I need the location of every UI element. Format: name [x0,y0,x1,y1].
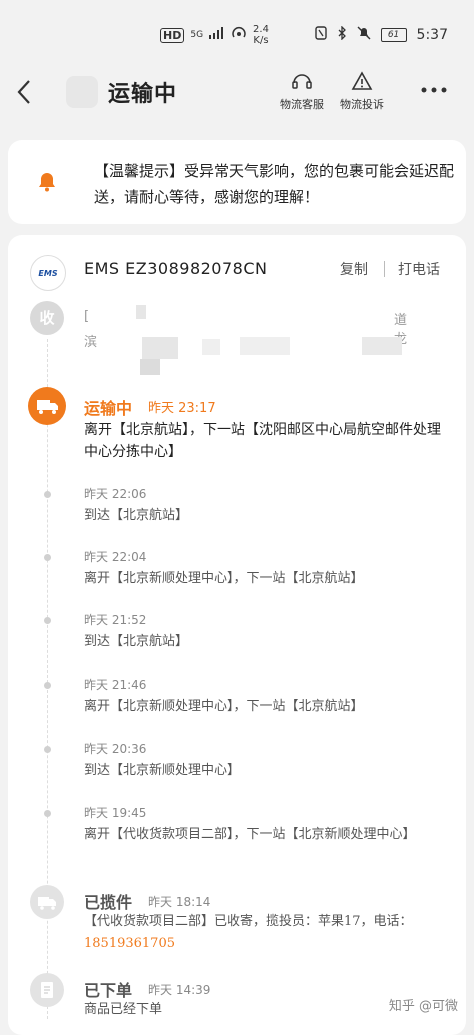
status-bar: HD 5G 2.4 K/s 61 5:37 [0,0,474,60]
event-description: 离开【代收货款项目二部】，下一站【北京新顺处理中心】 [84,827,416,842]
hd-badge: HD [160,27,185,43]
logistics-service-label: 物流客服 [280,98,324,111]
redacted-block [142,337,178,359]
current-description: 离开【北京航站】，下一站【沈阳邮区中心局航空邮件处理中心分拣中心】 [84,422,441,460]
notice-text: 【温馨提示】受异常天气影响，您的包裹可能会延迟配送，请耐心等待，感谢您的理解！ [94,162,455,206]
clock: 5:37 [416,27,448,43]
timeline-dot [44,491,51,498]
copy-button[interactable]: 复制 [340,259,368,279]
chevron-left-icon [17,80,30,104]
warning-icon [332,70,392,94]
tracking-card: EMS EMS EZ308982078CN 复制 打电话 收 [ 道 龙 滨 运… [8,235,466,1035]
picked-time: 昨天 18:14 [148,895,211,909]
call-button[interactable]: 打电话 [398,259,440,279]
page-header: 运输中 物流客服 物流投诉 [0,60,474,130]
speed-unit: K/s [253,35,269,46]
receiver-icon: 收 [30,301,64,335]
net-speed: 2.4 K/s [253,24,269,46]
network-label: 5G [190,30,204,40]
ordered-time: 昨天 14:39 [148,983,211,997]
timeline-dot [44,682,51,689]
redacted-block [140,359,160,375]
event-time: 昨天 21:46 [84,678,147,692]
logistics-complaint-button[interactable]: 物流投诉 [332,70,392,112]
event-time: 昨天 22:04 [84,550,147,564]
event-time: 昨天 20:36 [84,742,147,756]
redacted-block [202,339,220,355]
picked-status: 已揽件 [84,893,133,912]
redacted-block [136,305,146,319]
watermark: 知乎 @可微 [388,999,458,1014]
redacted-block [362,337,402,355]
timeline-dot [44,810,51,817]
more-dots-icon [421,87,447,93]
battery-indicator: 61 [380,28,407,42]
timeline-dot [44,746,51,753]
logistics-service-button[interactable]: 物流客服 [272,70,332,112]
address-line2-start: 滨 [84,335,98,350]
divider [384,261,385,277]
status-right: 61 5:37 [314,25,448,44]
event-time: 昨天 19:45 [84,806,147,820]
status-left: HD 5G 2.4 K/s [160,24,269,46]
current-time: 昨天 23:17 [148,401,216,416]
courier-phone-link[interactable]: 18519361705 [84,936,175,951]
address-line1-start: [ [84,309,90,324]
bluetooth-icon [337,25,347,44]
ordered-status: 已下单 [84,981,133,1000]
logistics-complaint-label: 物流投诉 [340,98,384,111]
speed-value: 2.4 [253,24,269,35]
more-button[interactable] [420,76,448,101]
event-time: 昨天 22:06 [84,487,147,501]
picked-desc-text: 【代收货款项目二部】已收寄，揽投员：苹果17，电话： [84,914,413,929]
current-status: 运输中 [84,399,133,418]
nfc-icon [314,26,327,44]
event-description: 离开【北京新顺处理中心】，下一站【北京航站】 [84,699,364,714]
picked-description: 【代收货款项目二部】已收寄，揽投员：苹果17，电话： 18519361705 [84,911,454,955]
notice-card: 【温馨提示】受异常天气影响，您的包裹可能会延迟配送，请耐心等待，感谢您的理解！ [8,140,466,224]
event-description: 到达【北京新顺处理中心】 [84,763,241,778]
timeline-dot [44,554,51,561]
page-title: 运输中 [108,81,178,107]
timeline-dot [44,617,51,624]
hotspot-icon [231,26,247,44]
redacted-block [240,337,290,355]
ems-logo: EMS [30,255,66,291]
event-description: 离开【北京新顺处理中心】，下一站【北京航站】 [84,571,364,586]
event-time: 昨天 21:52 [84,613,147,627]
tracking-number: EMS EZ308982078CN [84,259,268,278]
receiver-address: [ 道 龙 滨 [84,301,444,375]
bell-icon [39,173,55,192]
mute-icon [357,26,371,44]
event-description: 到达【北京航站】 [84,508,189,523]
back-button[interactable] [16,78,32,111]
signal-icon [209,27,225,43]
truck-icon [28,387,66,425]
order-document-icon [30,973,64,1007]
headset-icon [272,70,332,94]
seller-avatar [66,76,98,108]
event-description: 到达【北京航站】 [84,634,189,649]
pickup-truck-icon [30,885,64,919]
